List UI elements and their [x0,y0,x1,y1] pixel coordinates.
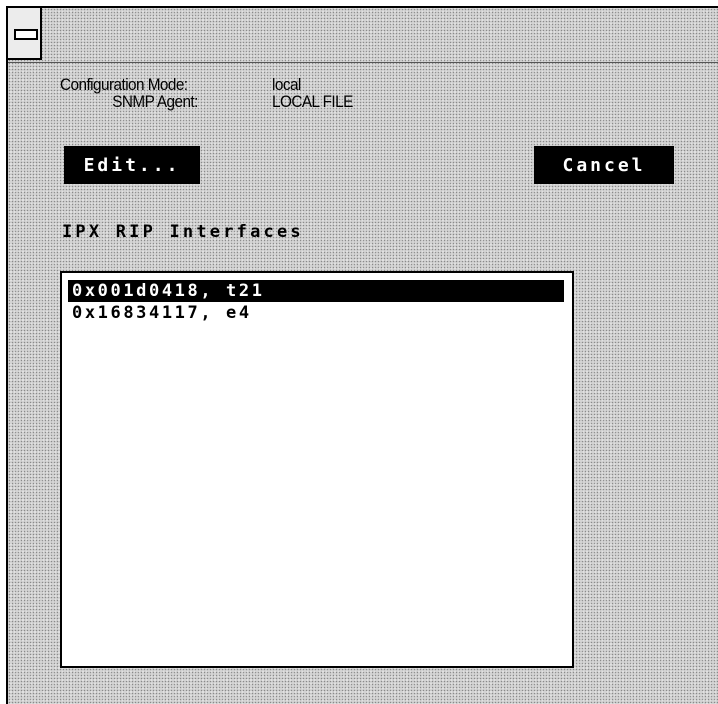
config-mode-value: local [272,75,301,94]
interfaces-listbox[interactable]: 0x001d0418, t21 0x16834117, e4 [60,271,574,668]
list-item[interactable]: 0x16834117, e4 [68,302,564,324]
title-bar [8,8,718,63]
list-item[interactable]: 0x001d0418, t21 [68,280,564,302]
edit-button[interactable]: Edit... [64,146,200,184]
dialog-window: Configuration Mode: SNMP Agent: local LO… [6,6,718,704]
snmp-agent-label: SNMP Agent: [112,92,198,111]
window-menu-icon [14,29,38,40]
section-title: IPX RIP Interfaces [62,222,304,242]
config-mode-label: Configuration Mode: [60,75,188,94]
snmp-agent-value: LOCAL FILE [272,92,353,111]
cancel-button[interactable]: Cancel [534,146,674,184]
window-menu-button[interactable] [8,8,42,60]
